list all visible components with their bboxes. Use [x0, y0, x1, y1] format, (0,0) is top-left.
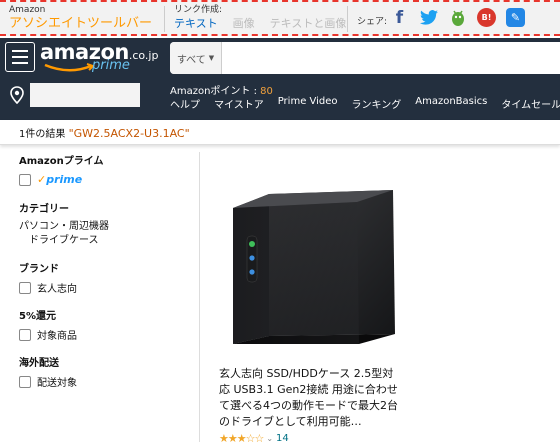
nav-link-mystore[interactable]: マイストア: [214, 96, 264, 111]
delivery-address-box[interactable]: [30, 83, 140, 107]
associate-brand: Amazon アソシエイトツールバー: [9, 5, 152, 32]
discount-filter-option[interactable]: 対象商品: [19, 327, 189, 342]
chevron-down-icon[interactable]: ⌄: [266, 434, 273, 443]
overseas-heading: 海外配送: [19, 358, 59, 369]
twitter-icon[interactable]: [419, 8, 438, 27]
brand-checkbox[interactable]: [19, 281, 31, 294]
category-parent-link[interactable]: パソコン・周辺機器: [19, 220, 189, 234]
amazon-logo[interactable]: amazon.co.jp prime: [40, 40, 158, 76]
logo-prime: prime: [92, 58, 130, 73]
discount-heading: 5%還元: [19, 311, 56, 322]
product-rating[interactable]: ★★★☆☆ ⌄ 14: [219, 432, 289, 445]
associate-brand-title: アソシエイトツールバー: [9, 16, 153, 31]
review-count[interactable]: 14: [276, 433, 289, 444]
result-info-bar: 1件の結果 "GW2.5ACX2-U3.1AC": [0, 120, 560, 145]
overseas-filter-option[interactable]: 配送対象: [19, 374, 189, 389]
location-pin-icon[interactable]: [10, 86, 24, 104]
search-bar[interactable]: すべて ▼: [170, 42, 560, 74]
nav-link-amazonbasics[interactable]: AmazonBasics: [415, 96, 487, 111]
result-query: "GW2.5ACX2-U3.1AC": [68, 127, 190, 140]
nav-link-timesale[interactable]: タイムセール: [501, 96, 560, 111]
prime-badge: ✓prime: [37, 173, 83, 186]
feedly-icon[interactable]: [448, 8, 467, 27]
link-create-label: リンク作成:: [174, 5, 223, 15]
rating-stars-icon: ★★★☆☆: [219, 432, 264, 445]
overseas-option-label: 配送対象: [37, 378, 77, 389]
result-summary: 1件の結果 "GW2.5ACX2-U3.1AC": [19, 125, 190, 140]
prime-filter[interactable]: ✓prime: [19, 173, 189, 186]
amazon-points[interactable]: Amazonポイント : 80: [170, 82, 273, 97]
brand-option-label: 玄人志向: [37, 284, 77, 295]
toolbar-divider: [347, 6, 348, 32]
search-department-label: すべて: [176, 54, 206, 66]
prime-heading: Amazonプライム: [19, 156, 104, 167]
associate-brand-small: Amazon: [9, 5, 46, 15]
prime-checkbox[interactable]: [19, 173, 31, 186]
smile-icon: [44, 63, 95, 72]
discount-option-label: 対象商品: [37, 331, 77, 342]
associate-toolbar: Amazon アソシエイトツールバー リンク作成: テキスト 画像 テキストと画…: [0, 0, 560, 36]
nav-link-help[interactable]: ヘルプ: [170, 96, 200, 111]
result-count: 1件の結果: [19, 129, 66, 140]
site-header: amazon.co.jp prime すべて ▼ Amazonポイント : 80…: [0, 38, 560, 120]
menu-icon[interactable]: [5, 42, 35, 72]
pen-icon[interactable]: ✎: [506, 8, 525, 27]
category-child-link[interactable]: ドライブケース: [19, 234, 189, 248]
share-label: シェア:: [357, 17, 388, 27]
caret-down-icon: ▼: [208, 54, 215, 62]
brand-filter-option[interactable]: 玄人志向: [19, 280, 189, 295]
nav-link-prime-video[interactable]: Prime Video: [278, 96, 338, 111]
link-option-text-and-image[interactable]: テキストと画像: [270, 16, 347, 32]
overseas-checkbox[interactable]: [19, 375, 31, 388]
nav-link-ranking[interactable]: ランキング: [352, 96, 402, 111]
link-option-text[interactable]: テキスト: [174, 16, 218, 32]
link-option-image[interactable]: 画像: [233, 16, 255, 32]
discount-checkbox[interactable]: [19, 328, 31, 341]
filter-sidebar: Amazonプライム ✓prime カテゴリー パソコン・周辺機器 ドライブケー…: [19, 152, 189, 389]
toolbar-divider: [164, 6, 165, 32]
facebook-icon[interactable]: f: [390, 8, 409, 28]
product-title-link[interactable]: 玄人志向 SSD/HDDケース 2.5型対応 USB3.1 Gen2接続 用途に…: [219, 366, 404, 430]
header-nav: ヘルプ マイストア Prime Video ランキング AmazonBasics…: [170, 96, 560, 111]
sidebar-divider: [199, 152, 200, 442]
category-heading: カテゴリー: [19, 204, 69, 215]
logo-tld: .co.jp: [128, 49, 159, 62]
product-image[interactable]: [225, 186, 405, 346]
link-create-group: リンク作成: テキスト 画像 テキストと画像: [174, 5, 346, 32]
brand-heading: ブランド: [19, 264, 59, 275]
hatena-icon[interactable]: B!: [477, 8, 496, 27]
search-department-select[interactable]: すべて ▼: [170, 42, 222, 74]
